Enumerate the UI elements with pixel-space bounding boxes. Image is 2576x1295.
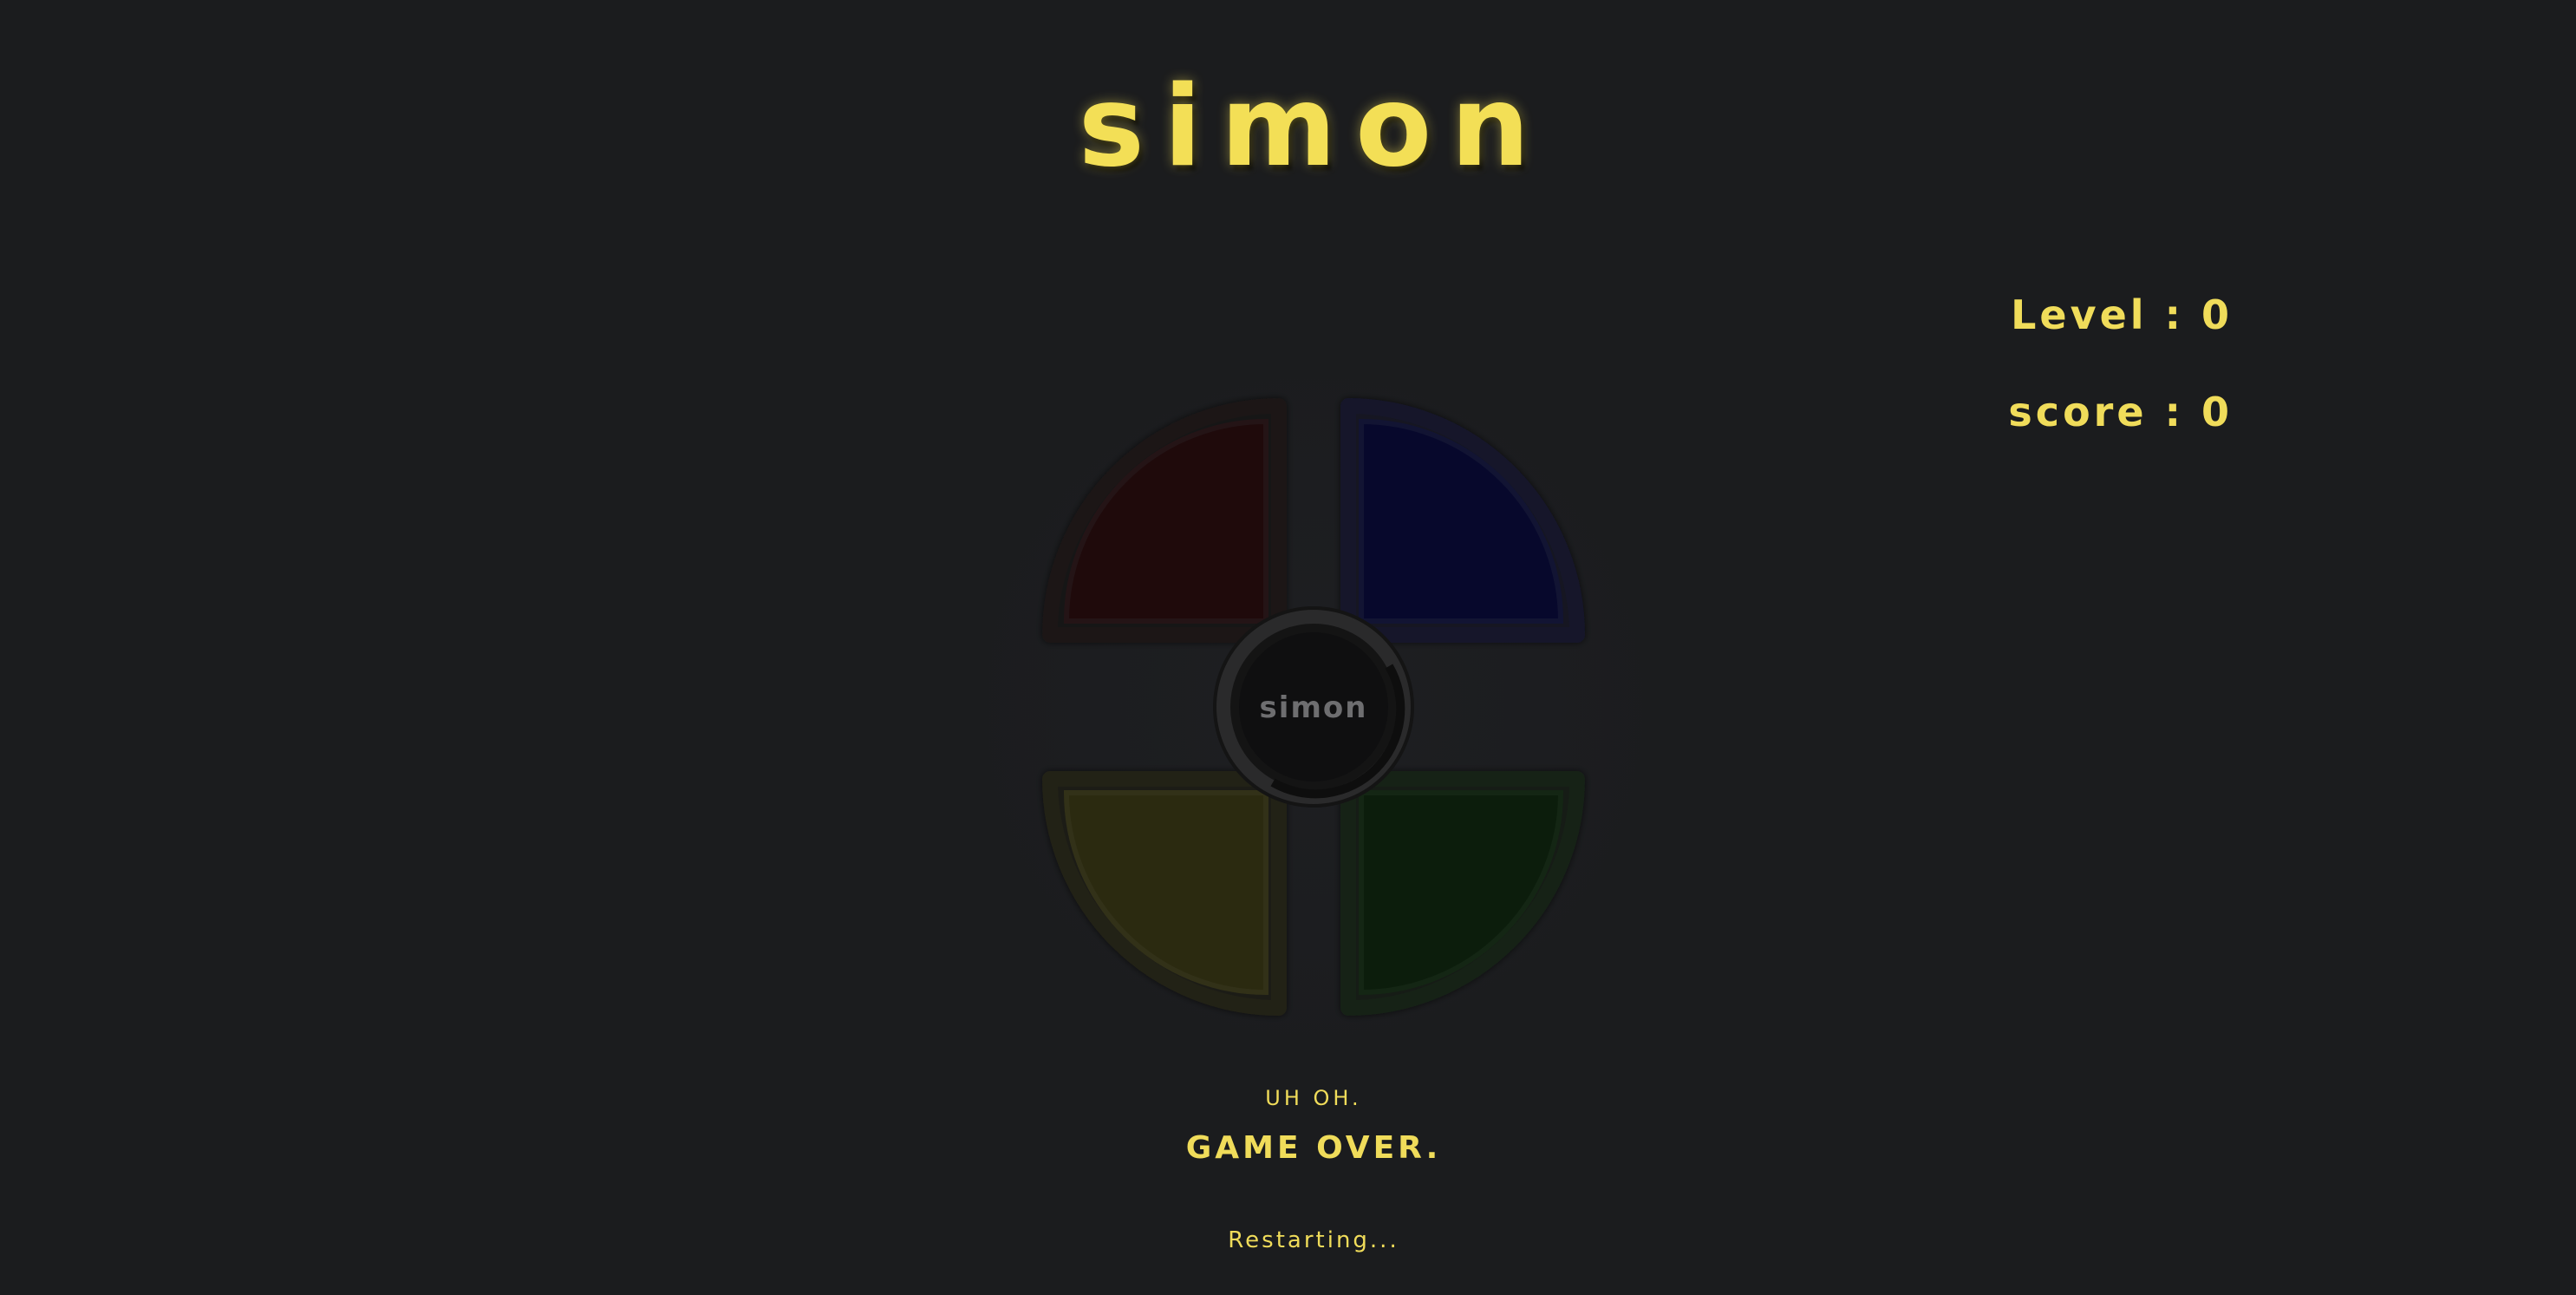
game-over-message: GAME OVER.	[1185, 1130, 1442, 1166]
pad-blue-face	[1359, 418, 1564, 624]
score-counter: score : 0	[2008, 389, 2233, 435]
pad-yellow[interactable]	[1042, 771, 1287, 1016]
simon-board-svg: simon	[1042, 398, 1585, 1016]
pad-blue[interactable]	[1340, 398, 1585, 643]
center-label: simon	[1260, 690, 1368, 725]
pad-red-face	[1063, 418, 1268, 624]
uh-oh-message: UH OH.	[1265, 1086, 1362, 1110]
pad-green-face	[1359, 790, 1564, 996]
pad-green[interactable]	[1340, 771, 1585, 1016]
center-hub: simon	[1213, 606, 1414, 808]
pad-red[interactable]	[1042, 398, 1287, 643]
restarting-status: Restarting...	[1228, 1227, 1399, 1253]
level-counter: Level : 0	[2011, 291, 2233, 338]
pad-yellow-face	[1063, 790, 1268, 996]
simon-board: simon	[997, 390, 1630, 1024]
game-title: simon	[1078, 62, 1549, 192]
